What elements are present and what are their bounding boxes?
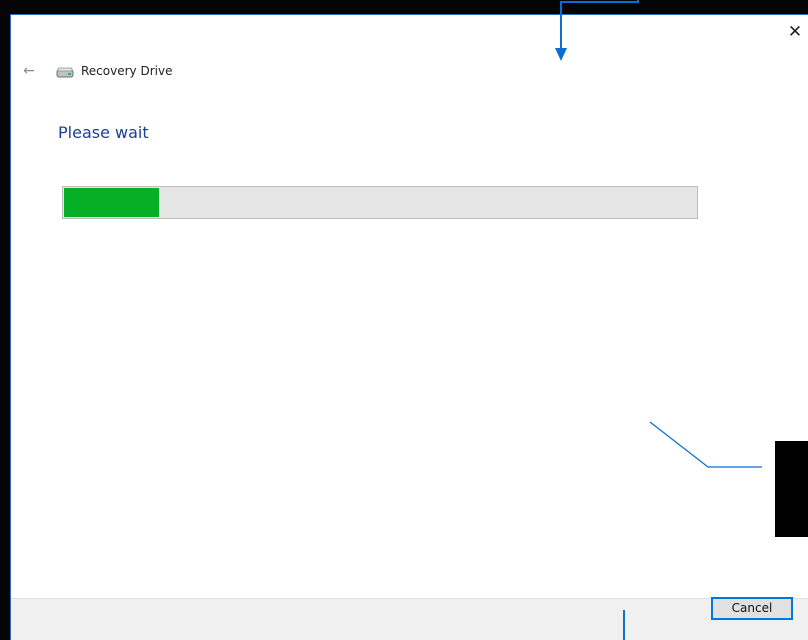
- annotation-callout-box: [775, 441, 808, 537]
- progress-bar-fill: [64, 188, 159, 217]
- recovery-drive-window: ✕ ← Recovery Drive Please wait: [10, 14, 808, 640]
- progress-bar: [62, 186, 698, 219]
- page-heading: Please wait: [58, 123, 149, 142]
- app-title: Recovery Drive: [81, 64, 173, 78]
- footer-bar: [11, 598, 808, 640]
- cancel-button[interactable]: Cancel: [711, 597, 793, 620]
- screen: ✕ ← Recovery Drive Please wait Cancel: [0, 0, 808, 640]
- close-icon[interactable]: ✕: [782, 21, 808, 43]
- drive-icon: [56, 67, 74, 78]
- back-arrow-icon[interactable]: ←: [19, 62, 39, 80]
